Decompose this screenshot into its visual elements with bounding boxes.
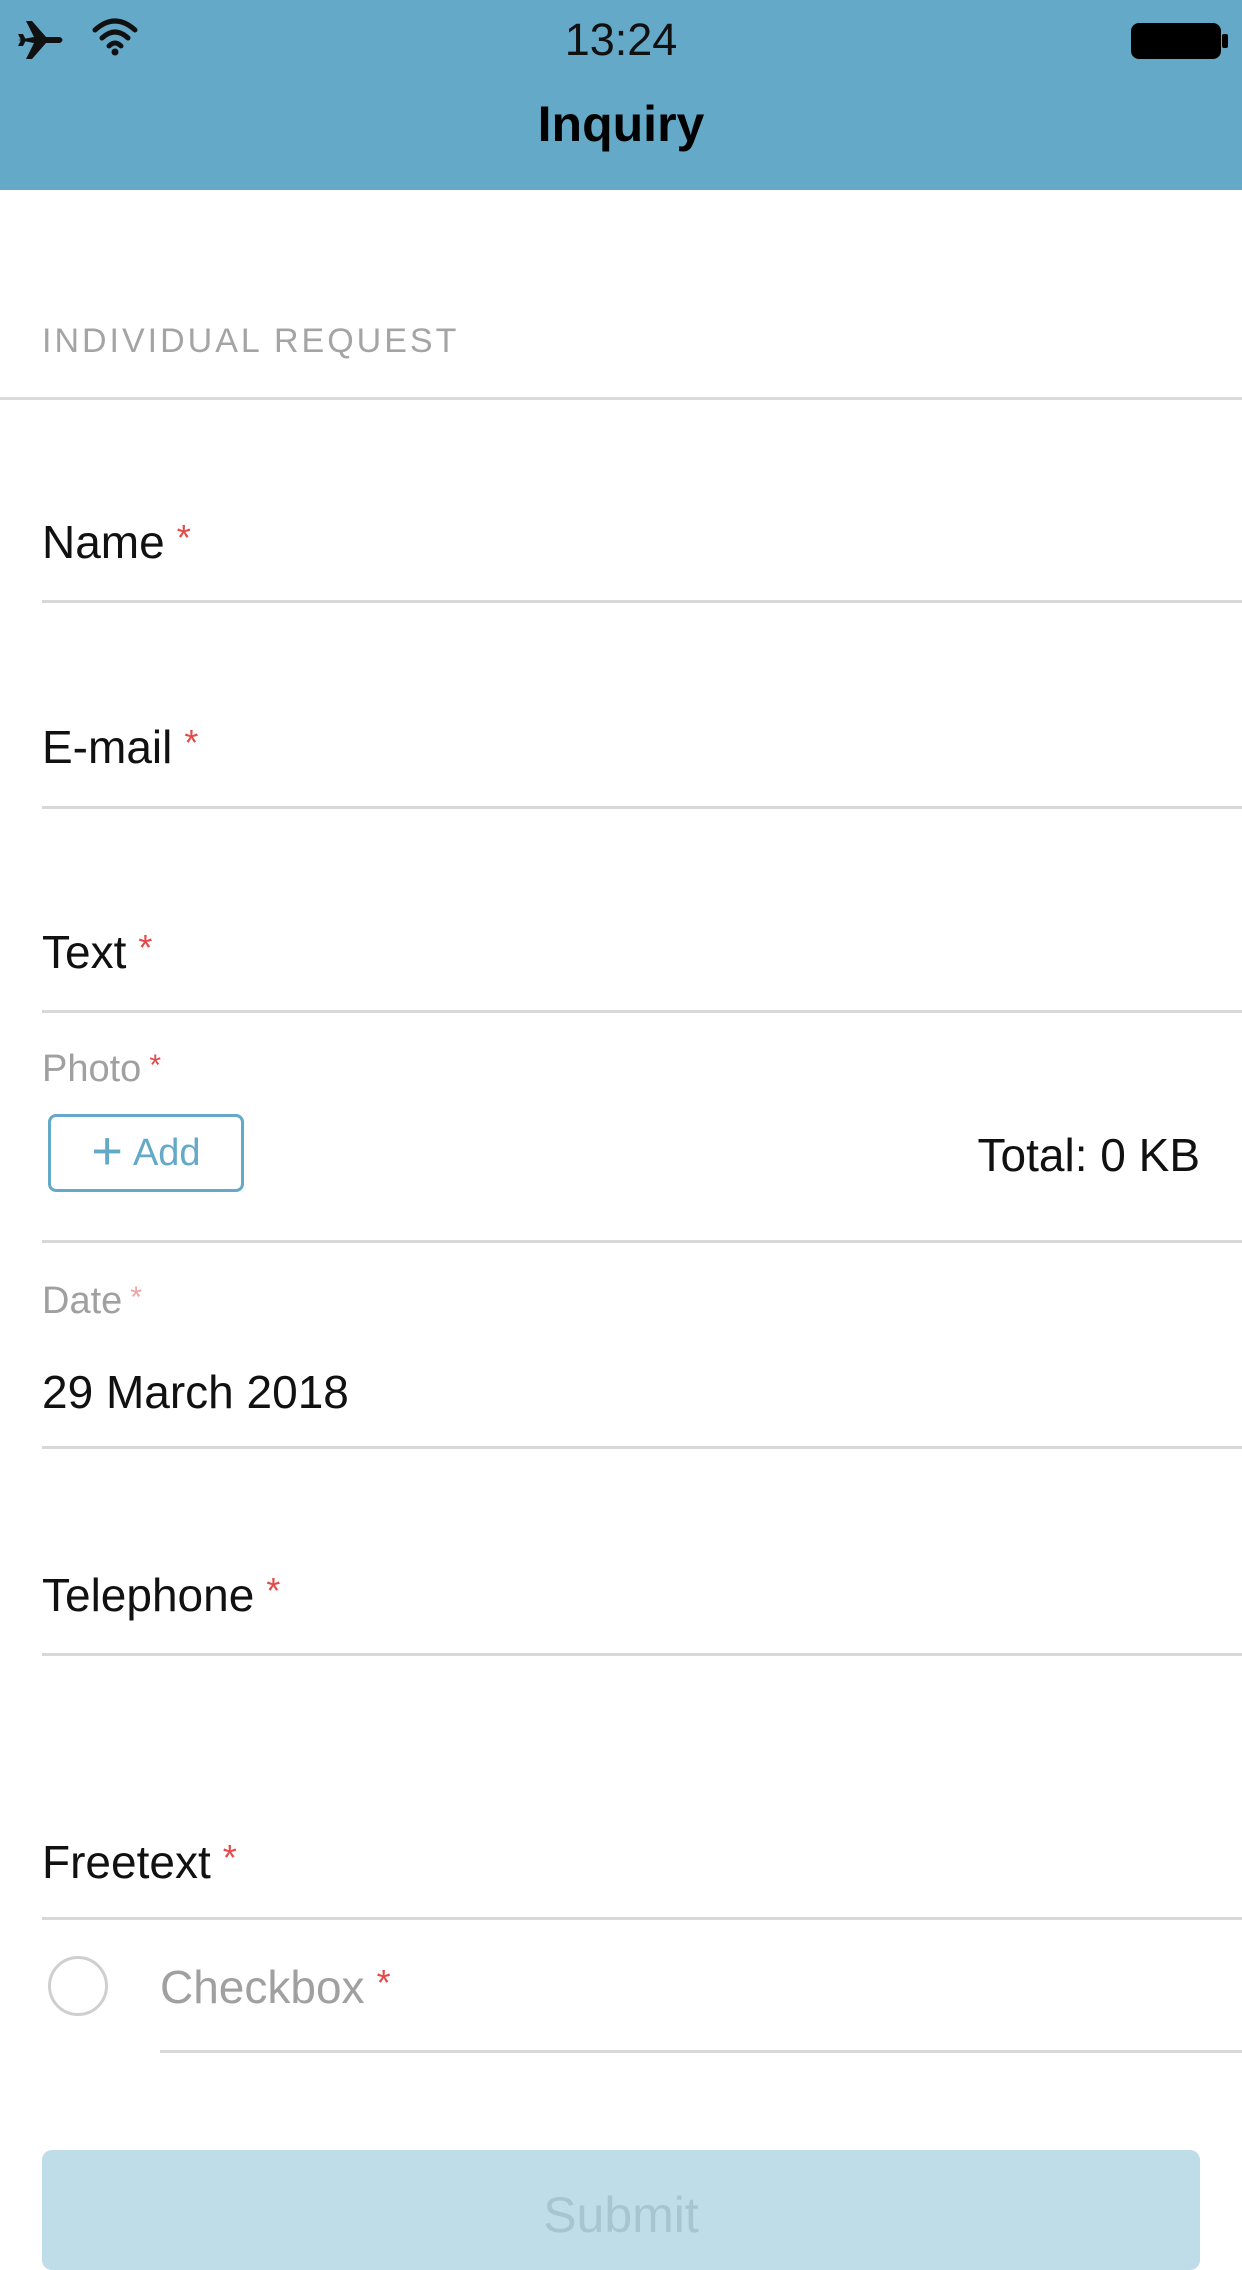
telephone-label: Telephone bbox=[42, 1569, 255, 1621]
required-marker: * bbox=[222, 1837, 237, 1878]
required-marker: * bbox=[376, 1962, 391, 2003]
name-underline bbox=[42, 600, 1242, 603]
freetext-underline bbox=[42, 1917, 1242, 1920]
checkbox-label: Checkbox bbox=[160, 1961, 365, 2013]
email-underline bbox=[42, 806, 1242, 809]
photo-total-size: Total: 0 KB bbox=[977, 1129, 1200, 1181]
required-marker: * bbox=[130, 1281, 142, 1314]
telephone-field[interactable]: Telephone * bbox=[42, 1568, 280, 1622]
checkbox-toggle[interactable] bbox=[48, 1956, 108, 2016]
text-label: Text bbox=[42, 926, 127, 978]
photo-label: Photo bbox=[42, 1048, 142, 1090]
photo-underline bbox=[42, 1240, 1242, 1243]
email-label: E-mail bbox=[42, 721, 173, 773]
freetext-field[interactable]: Freetext * bbox=[42, 1835, 237, 1889]
date-field[interactable]: 29 March 2018 bbox=[42, 1365, 349, 1419]
text-field[interactable]: Text * bbox=[42, 925, 152, 979]
submit-label: Submit bbox=[543, 2187, 699, 2243]
name-field[interactable]: Name * bbox=[42, 515, 191, 569]
plus-icon: + bbox=[91, 1121, 123, 1181]
date-label-row: Date * bbox=[42, 1280, 142, 1323]
date-label: Date bbox=[42, 1280, 123, 1322]
status-time: 13:24 bbox=[564, 14, 678, 65]
required-marker: * bbox=[266, 1570, 281, 1611]
page-title: Inquiry bbox=[537, 96, 705, 152]
submit-button[interactable]: Submit bbox=[42, 2150, 1200, 2270]
required-marker: * bbox=[184, 722, 199, 763]
photo-label-row: Photo * bbox=[42, 1048, 161, 1091]
checkbox-label-row[interactable]: Checkbox * bbox=[160, 1960, 391, 2014]
date-underline bbox=[42, 1446, 1242, 1449]
required-marker: * bbox=[176, 517, 191, 558]
name-label: Name bbox=[42, 516, 165, 568]
required-marker: * bbox=[138, 927, 153, 968]
section-divider bbox=[0, 397, 1242, 400]
checkbox-underline bbox=[160, 2050, 1242, 2053]
add-photo-button[interactable]: + Add bbox=[48, 1114, 244, 1192]
section-title: INDIVIDUAL REQUEST bbox=[42, 322, 460, 360]
email-field[interactable]: E-mail * bbox=[42, 720, 198, 774]
battery-icon bbox=[1131, 23, 1228, 59]
telephone-underline bbox=[42, 1653, 1242, 1656]
text-underline bbox=[42, 1010, 1242, 1013]
add-photo-label: Add bbox=[132, 1131, 201, 1174]
freetext-label: Freetext bbox=[42, 1836, 211, 1888]
required-marker: * bbox=[149, 1049, 161, 1082]
